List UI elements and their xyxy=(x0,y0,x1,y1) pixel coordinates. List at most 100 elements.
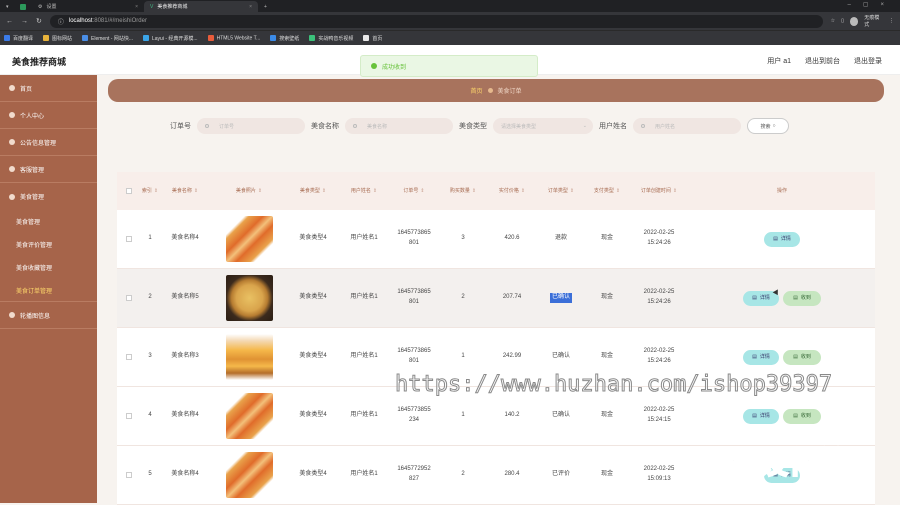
sort-icon[interactable]: ⇕ xyxy=(373,187,377,195)
column-header[interactable]: 用户姓名 ⇕ xyxy=(339,172,389,210)
bookmark-item[interactable]: 实战鸭音乐视频 xyxy=(309,35,353,42)
table-header: 索引 ⇕ 美食名称 ⇕ 美食照片 ⇕ 美食类型 ⇕ 用户姓名 ⇕ 订单号 ⇕ 购买数量 ⇕ 实付价格 ⇕ 订单类… xyxy=(117,172,875,210)
table-row[interactable]: 2 美食名称5 美食类型4 用户姓名1 1645773865 801 2 207.74 已确认 现… xyxy=(117,269,875,328)
row-checkbox[interactable] xyxy=(126,236,132,242)
tab-settings[interactable]: ⚙ 设置 × xyxy=(32,1,144,12)
sort-icon[interactable]: ⇕ xyxy=(570,187,574,195)
back-icon[interactable]: ← xyxy=(6,18,13,25)
close-icon[interactable]: × xyxy=(249,4,252,10)
sidebar-item-profile[interactable]: 个人中心 xyxy=(0,102,97,129)
sort-icon[interactable]: ⇕ xyxy=(154,187,158,195)
detail-button[interactable]: ▤ 详情 xyxy=(743,349,779,365)
bookmark-item[interactable]: 首页 xyxy=(363,35,382,42)
sort-icon[interactable]: ⇕ xyxy=(521,187,525,195)
bookmark-item[interactable]: 图标网站 xyxy=(43,35,72,42)
column-header[interactable]: 购买数量 ⇕ xyxy=(439,172,487,210)
food-name-cell: 美食名称3 xyxy=(171,353,199,360)
food-image xyxy=(225,334,273,380)
bookmark-item[interactable]: Element - 网站快... xyxy=(82,35,133,42)
tab-menu-icon[interactable]: ▾ xyxy=(0,1,14,12)
search-button[interactable]: 搜索 ○ xyxy=(747,118,789,134)
bookmark-item[interactable]: HTML5 Website T... xyxy=(207,34,260,41)
select-all-checkbox[interactable] xyxy=(126,188,132,194)
sort-icon[interactable]: ⇕ xyxy=(420,187,424,195)
tab-active[interactable]: V 美食推荐商城 × xyxy=(144,1,258,12)
logout-link[interactable]: 退出登录 xyxy=(854,56,882,66)
new-tab-button[interactable]: + xyxy=(258,1,273,12)
column-header[interactable]: 订单创建时间 ⇕ xyxy=(629,172,689,210)
sidebar-sub-order[interactable]: 美食订单管理 xyxy=(0,279,97,302)
row-checkbox[interactable] xyxy=(126,413,132,419)
order-no-cell: 1645773865 801 xyxy=(397,230,431,246)
receive-button[interactable]: ▤ 收到 xyxy=(783,290,821,306)
food-name-input[interactable]: 美食名称 xyxy=(345,118,453,134)
sort-icon[interactable]: ⇕ xyxy=(616,187,620,195)
column-header[interactable]: 订单号 ⇕ xyxy=(389,172,439,210)
user-name-cell: 用户姓名1 xyxy=(350,353,378,360)
pinned-tab[interactable] xyxy=(14,1,32,12)
receive-button[interactable]: ▤ 收到 xyxy=(783,349,821,365)
sidebar-sub-food[interactable]: 美食管理 xyxy=(0,210,97,233)
column-header[interactable]: 支付类型 ⇕ xyxy=(585,172,629,210)
sort-icon[interactable]: ⇕ xyxy=(673,187,677,195)
breadcrumb-home[interactable]: 首页 xyxy=(470,86,482,95)
user-name-input[interactable]: 用户姓名 xyxy=(633,118,741,134)
window-controls[interactable]: –▢× xyxy=(847,1,896,8)
vue-icon: V xyxy=(150,3,154,10)
star-icon[interactable]: ☆ xyxy=(831,18,835,24)
table-row[interactable]: 1 美食名称4 美食类型4 用户姓名1 1645773865 801 3 420.6 退款 现金 2… xyxy=(117,210,875,269)
column-header[interactable]: 美食照片 ⇕ xyxy=(211,172,287,210)
sidebar-sub-review[interactable]: 美食评价管理 xyxy=(0,233,97,256)
sidebar-item-home[interactable]: 首页 xyxy=(0,75,97,102)
column-header[interactable]: 美食名称 ⇕ xyxy=(159,172,211,210)
more-icon[interactable]: ⋮ xyxy=(889,18,894,24)
column-header[interactable]: 订单类型 ⇕ xyxy=(537,172,585,210)
forward-icon[interactable]: → xyxy=(21,18,28,25)
row-checkbox[interactable] xyxy=(126,295,132,301)
sort-icon[interactable]: ⇕ xyxy=(258,187,262,195)
bookmark-item[interactable]: 搜索壁纸 xyxy=(270,35,299,42)
sort-icon[interactable]: ⇕ xyxy=(472,187,476,195)
search-icon xyxy=(205,124,209,128)
separator-icon xyxy=(487,88,493,93)
column-header[interactable]: 索引 ⇕ xyxy=(141,172,159,210)
sidebar-sub-favorite[interactable]: 美食收藏管理 xyxy=(0,256,97,279)
column-header[interactable]: 实付价格 ⇕ xyxy=(487,172,537,210)
back-to-front-link[interactable]: 退出到前台 xyxy=(805,56,840,66)
avatar[interactable] xyxy=(849,16,859,26)
food-type-select[interactable]: 请选择美食类型 ⌄ xyxy=(493,118,593,134)
user-icon xyxy=(9,193,15,200)
detail-icon: ▤ xyxy=(752,413,757,419)
success-toast: 成功收到 xyxy=(360,55,538,77)
detail-button[interactable]: ▤ 详情 xyxy=(743,408,779,424)
receive-button[interactable]: ▤ 收到 xyxy=(783,408,821,424)
sidebar-item-carousel[interactable]: 轮播图信息 xyxy=(0,302,97,329)
sort-icon[interactable]: ⇕ xyxy=(194,187,198,195)
check-circle-icon xyxy=(371,63,377,69)
sidepanel-icon[interactable]: ▯ xyxy=(841,18,844,24)
food-image-cell xyxy=(211,210,287,268)
bookmark-item[interactable]: Layui - 经典开源模... xyxy=(143,35,198,42)
close-icon[interactable]: × xyxy=(135,4,138,10)
sidebar-item-food[interactable]: 美食管理 xyxy=(0,183,97,210)
food-type-cell: 美食类型4 xyxy=(299,235,327,242)
row-checkbox[interactable] xyxy=(126,472,132,478)
column-header[interactable]: 美食类型 ⇕ xyxy=(287,172,339,210)
sidebar-item-notice[interactable]: 公告信息管理 xyxy=(0,129,97,156)
food-name-cell: 美食名称5 xyxy=(171,294,199,301)
search-icon xyxy=(353,124,357,128)
checkbox-cell xyxy=(117,446,141,504)
reload-icon[interactable]: ↻ xyxy=(36,17,42,25)
bookmarks-bar: 百度翻译 图标网站 Element - 网站快... Layui - 经典开源模...… xyxy=(0,30,900,45)
bookmark-item[interactable]: 百度翻译 xyxy=(4,35,33,42)
sort-icon[interactable]: ⇕ xyxy=(322,187,326,195)
food-type-cell: 美食类型4 xyxy=(299,294,327,301)
detail-button[interactable]: ▤ 详情 xyxy=(764,231,800,247)
sidebar-item-service[interactable]: 客服管理 xyxy=(0,156,97,183)
order-no-input[interactable]: 订单号 xyxy=(197,118,305,134)
create-time-cell: 2022-02-25 15:24:26 xyxy=(643,289,675,305)
url-field[interactable]: ⓘ localhost:8081/#/meishiOrder xyxy=(49,14,823,28)
row-checkbox[interactable] xyxy=(126,354,132,360)
food-image-cell xyxy=(211,446,287,504)
menu-icon xyxy=(9,139,15,145)
